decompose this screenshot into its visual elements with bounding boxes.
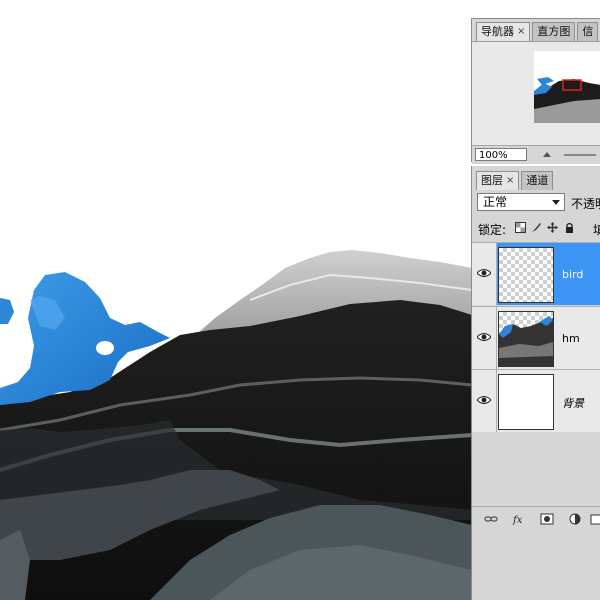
navigator-tabbar: 导航器 × 直方图 信 xyxy=(476,19,600,41)
tab-label: 图层 xyxy=(481,174,503,187)
layer-thumbnail[interactable] xyxy=(498,311,554,367)
link-icon[interactable] xyxy=(484,513,498,525)
lock-row: 锁定: 填 xyxy=(472,216,600,240)
layer-thumbnail[interactable] xyxy=(498,374,554,430)
fill-label: 填 xyxy=(593,223,600,237)
tab-label: 信 xyxy=(582,25,594,38)
tab-channels[interactable]: 通道 xyxy=(521,171,554,190)
layer-mask-icon[interactable] xyxy=(540,513,554,525)
opacity-label: 不透明 xyxy=(571,197,600,211)
tab-label: 导航器 xyxy=(481,25,514,38)
close-icon[interactable]: × xyxy=(517,23,525,41)
layers-tabbar: 图层 × 通道 xyxy=(476,168,600,190)
chevron-down-icon xyxy=(552,200,560,205)
navigator-thumbnail[interactable] xyxy=(534,51,600,123)
lock-move-icon[interactable] xyxy=(547,222,558,233)
layer-row-bird[interactable]: bird xyxy=(472,242,600,305)
layer-row-background[interactable]: 背景 xyxy=(472,369,600,432)
close-icon[interactable]: × xyxy=(506,172,514,190)
eye-icon xyxy=(477,396,491,404)
visibility-toggle[interactable] xyxy=(472,243,497,305)
svg-text:fx: fx xyxy=(512,515,523,525)
blend-row: 正常 不透明 xyxy=(472,190,600,214)
layer-name[interactable]: bird xyxy=(562,268,583,281)
visibility-toggle[interactable] xyxy=(472,307,497,369)
tab-label: 直方图 xyxy=(537,25,571,38)
lock-label: 锁定: xyxy=(478,223,507,237)
fx-icon[interactable]: fx xyxy=(512,513,526,525)
lock-all-icon[interactable] xyxy=(564,222,575,233)
zoom-slider[interactable] xyxy=(564,154,596,156)
layers-footer: fx xyxy=(472,506,600,531)
lock-transparency-icon[interactable] xyxy=(515,222,526,233)
blend-mode-select[interactable]: 正常 xyxy=(477,193,565,211)
navigator-preview-area xyxy=(472,41,600,147)
tab-info[interactable]: 信 xyxy=(577,22,599,41)
navigator-footer: 100% xyxy=(472,145,600,164)
layer-name[interactable]: 背景 xyxy=(562,395,584,411)
layer-thumbnail[interactable] xyxy=(498,247,554,303)
tab-navigator[interactable]: 导航器 × xyxy=(476,22,531,41)
navigator-panel: 导航器 × 直方图 信 100% xyxy=(471,18,600,164)
new-group-icon[interactable] xyxy=(590,513,600,525)
eye-icon xyxy=(477,269,491,277)
adjustment-layer-icon[interactable] xyxy=(568,513,582,525)
hm-thumbnail-art xyxy=(499,316,553,366)
layers-panel: 图层 × 通道 正常 不透明 锁定: 填 xyxy=(471,166,600,600)
eye-icon xyxy=(477,333,491,341)
tab-histogram[interactable]: 直方图 xyxy=(532,22,576,41)
tab-label: 通道 xyxy=(526,174,549,187)
lock-brush-icon[interactable] xyxy=(531,222,542,233)
zoom-out-icon[interactable] xyxy=(542,149,552,159)
blend-mode-value: 正常 xyxy=(483,195,508,209)
layer-name[interactable]: hm xyxy=(562,332,580,345)
visibility-toggle[interactable] xyxy=(472,370,497,432)
tab-layers[interactable]: 图层 × xyxy=(476,171,520,190)
layer-row-hm[interactable]: hm xyxy=(472,306,600,369)
zoom-field[interactable]: 100% xyxy=(475,148,527,161)
